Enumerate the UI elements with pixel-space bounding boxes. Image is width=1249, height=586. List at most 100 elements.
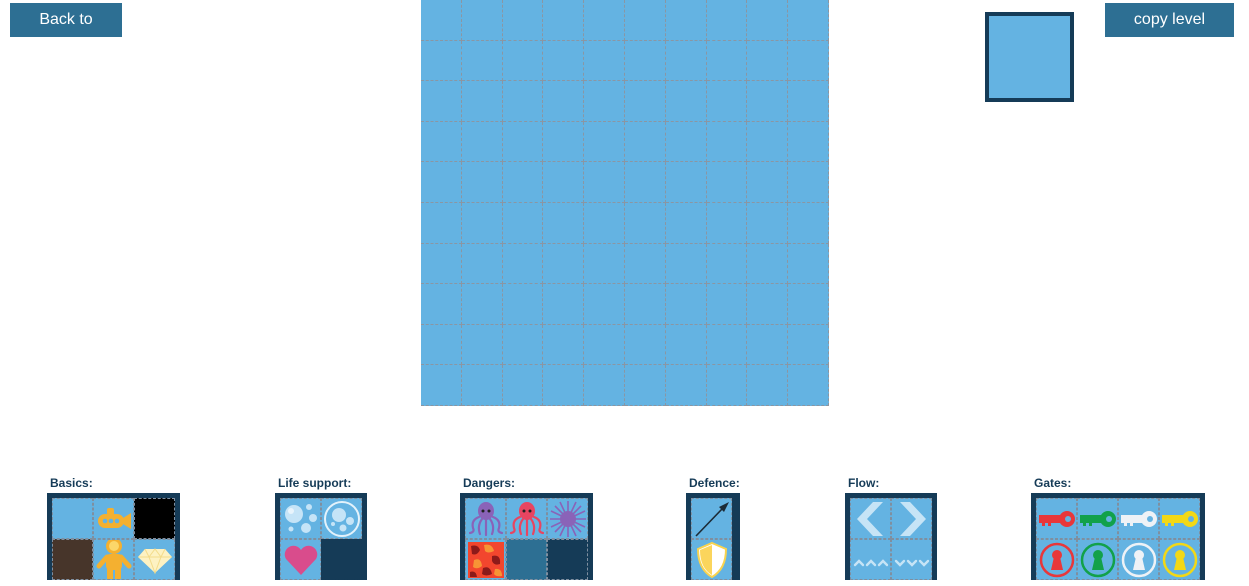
grid-cell[interactable] <box>461 162 503 203</box>
grid-cell[interactable] <box>624 40 666 82</box>
grid-cell[interactable] <box>624 162 666 203</box>
grid-cell[interactable] <box>747 284 789 325</box>
grid-cell[interactable] <box>665 324 707 366</box>
tile-heart[interactable] <box>280 539 321 580</box>
grid-cell[interactable] <box>624 0 666 41</box>
tile-rock[interactable] <box>52 539 93 580</box>
grid-cell[interactable] <box>421 202 462 244</box>
grid-cell[interactable] <box>461 365 503 406</box>
tile-sea-urchin[interactable] <box>547 498 588 539</box>
grid-cell[interactable] <box>502 0 544 41</box>
grid-cell[interactable] <box>543 162 585 203</box>
tile-diver[interactable] <box>93 539 134 580</box>
tile-bubble-ring[interactable] <box>321 498 362 539</box>
grid-cell[interactable] <box>747 81 789 122</box>
grid-cell[interactable] <box>624 324 666 366</box>
grid-cell[interactable] <box>624 365 666 406</box>
back-to-menu-button[interactable]: Back to menu <box>10 3 122 62</box>
grid-cell[interactable] <box>706 365 748 406</box>
grid-cell[interactable] <box>747 0 789 41</box>
grid-cell[interactable] <box>502 162 544 203</box>
grid-cell[interactable] <box>584 121 625 163</box>
grid-cell[interactable] <box>665 365 707 406</box>
grid-cell[interactable] <box>543 202 585 244</box>
grid-cell[interactable] <box>461 121 503 163</box>
grid-cell[interactable] <box>788 243 829 285</box>
tile-shield[interactable] <box>691 539 732 580</box>
grid-cell[interactable] <box>421 121 462 163</box>
grid-cell[interactable] <box>788 81 829 122</box>
grid-cell[interactable] <box>624 81 666 122</box>
grid-cell[interactable] <box>706 121 748 163</box>
grid-cell[interactable] <box>461 324 503 366</box>
grid-cell[interactable] <box>543 40 585 82</box>
grid-cell[interactable] <box>706 40 748 82</box>
grid-cell[interactable] <box>502 81 544 122</box>
grid-cell[interactable] <box>665 284 707 325</box>
grid-cell[interactable] <box>788 162 829 203</box>
tile-submarine[interactable] <box>93 498 134 539</box>
grid-cell[interactable] <box>584 81 625 122</box>
grid-cell[interactable] <box>421 81 462 122</box>
grid-cell[interactable] <box>665 162 707 203</box>
grid-cell[interactable] <box>747 40 789 82</box>
grid-cell[interactable] <box>584 0 625 41</box>
grid-cell[interactable] <box>747 365 789 406</box>
grid-cell[interactable] <box>747 121 789 163</box>
grid-cell[interactable] <box>543 0 585 41</box>
grid-cell[interactable] <box>624 243 666 285</box>
grid-cell[interactable] <box>706 162 748 203</box>
grid-cell[interactable] <box>502 284 544 325</box>
grid-cell[interactable] <box>502 121 544 163</box>
grid-cell[interactable] <box>584 284 625 325</box>
grid-cell[interactable] <box>624 121 666 163</box>
grid-cell[interactable] <box>421 284 462 325</box>
grid-cell[interactable] <box>543 324 585 366</box>
tile-lock-yellow[interactable] <box>1159 539 1200 580</box>
tile-wall[interactable] <box>134 498 175 539</box>
grid-cell[interactable] <box>706 0 748 41</box>
grid-cell[interactable] <box>461 81 503 122</box>
tile-diamond[interactable] <box>134 539 175 580</box>
grid-cell[interactable] <box>502 40 544 82</box>
grid-cell[interactable] <box>788 284 829 325</box>
tile-water[interactable] <box>52 498 93 539</box>
grid-cell[interactable] <box>543 365 585 406</box>
grid-cell[interactable] <box>461 202 503 244</box>
tile-key-red[interactable] <box>1036 498 1077 539</box>
grid-cell[interactable] <box>584 243 625 285</box>
grid-cell[interactable] <box>747 324 789 366</box>
grid-cell[interactable] <box>584 365 625 406</box>
grid-cell[interactable] <box>502 365 544 406</box>
grid-cell[interactable] <box>461 284 503 325</box>
grid-cell[interactable] <box>584 324 625 366</box>
grid-cell[interactable] <box>461 0 503 41</box>
grid-cell[interactable] <box>543 243 585 285</box>
grid-cell[interactable] <box>788 324 829 366</box>
grid-cell[interactable] <box>461 243 503 285</box>
grid-cell[interactable] <box>665 243 707 285</box>
tile-air-bubbles[interactable] <box>280 498 321 539</box>
tile-octopus-red[interactable] <box>506 498 547 539</box>
grid-cell[interactable] <box>584 162 625 203</box>
grid-cell[interactable] <box>502 243 544 285</box>
grid-cell[interactable] <box>421 365 462 406</box>
tile-lock-green[interactable] <box>1077 539 1118 580</box>
grid-cell[interactable] <box>665 0 707 41</box>
tile-octopus-purple[interactable] <box>465 498 506 539</box>
tile-harpoon[interactable] <box>691 498 732 539</box>
grid-cell[interactable] <box>747 243 789 285</box>
grid-cell[interactable] <box>421 0 462 41</box>
grid-cell[interactable] <box>461 40 503 82</box>
tile-lava[interactable] <box>465 539 506 580</box>
grid-cell[interactable] <box>665 40 707 82</box>
grid-cell[interactable] <box>624 284 666 325</box>
grid-cell[interactable] <box>543 284 585 325</box>
copy-level-string-button[interactable]: copy level string <box>1105 3 1234 62</box>
grid-cell[interactable] <box>584 40 625 82</box>
grid-cell[interactable] <box>421 162 462 203</box>
grid-cell[interactable] <box>502 324 544 366</box>
grid-cell[interactable] <box>788 365 829 406</box>
grid-cell[interactable] <box>706 81 748 122</box>
grid-cell[interactable] <box>706 202 748 244</box>
